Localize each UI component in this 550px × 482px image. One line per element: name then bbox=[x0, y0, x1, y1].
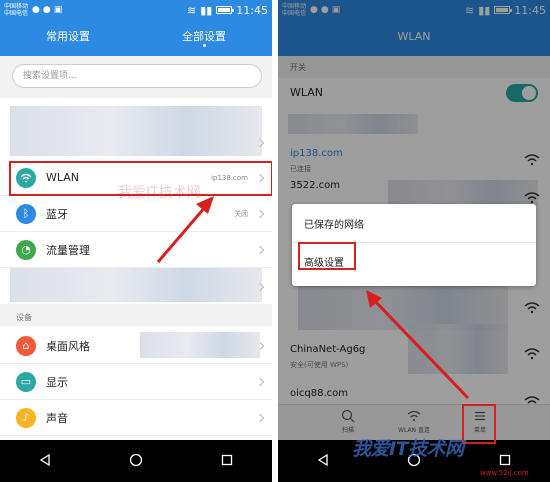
status-bar: 中国移动 中国电信 ● ● ▣ ≋ ▮▮ 11:45 bbox=[0, 0, 272, 20]
signal-icon: ▮▮ bbox=[200, 3, 213, 17]
section-title-device: 设备 bbox=[16, 313, 32, 322]
tab-all-settings[interactable]: 全部设置 bbox=[136, 28, 272, 47]
recent-apps-icon[interactable] bbox=[220, 452, 234, 471]
settings-row-label: 桌面风格 bbox=[46, 339, 90, 353]
tab-all-settings-label: 全部设置 bbox=[182, 30, 226, 43]
settings-row-label: 声音 bbox=[46, 411, 68, 425]
chat-icon: ● bbox=[32, 5, 40, 15]
highlight-box-advanced bbox=[298, 242, 356, 270]
settings-row-display[interactable]: ▭ 显示 bbox=[0, 364, 272, 400]
home-style-icon: ⌂ bbox=[16, 335, 36, 356]
watermark-url: www.52ij.com bbox=[480, 469, 529, 477]
chevron-right-icon bbox=[255, 209, 265, 218]
blurred-area bbox=[140, 332, 260, 358]
settings-row-sound[interactable]: ♪ 声音 bbox=[0, 400, 272, 436]
settings-row-bluetooth[interactable]: ᛒ 蓝牙 关闭 bbox=[0, 196, 272, 232]
section-divider bbox=[0, 304, 272, 326]
back-icon[interactable] bbox=[316, 452, 330, 471]
settings-row-label: 蓝牙 bbox=[46, 207, 68, 221]
bluetooth-icon: ᛒ bbox=[16, 203, 36, 224]
carrier-1: 中国移动 bbox=[4, 3, 29, 10]
blurred-area bbox=[10, 106, 262, 156]
wlan-screen: WLAN 中国移动 中国电信 ● ● ▣ ≋ ▮▮ 11:45 开关 WLAN … bbox=[278, 0, 550, 482]
settings-screen: 中国移动 中国电信 ● ● ▣ ≋ ▮▮ 11:45 常用设置 全部设置 搜索设… bbox=[0, 0, 272, 482]
chevron-right-icon bbox=[255, 413, 265, 422]
watermark-logo: 我爱IT技术网 bbox=[352, 438, 464, 460]
home-icon[interactable] bbox=[129, 452, 143, 471]
highlight-box-wlan bbox=[9, 161, 272, 196]
settings-row-value: 关闭 bbox=[234, 209, 248, 218]
settings-row-label: 显示 bbox=[46, 375, 68, 389]
wifi-status-icon: ≋ bbox=[186, 3, 197, 17]
chevron-right-icon bbox=[255, 245, 265, 254]
search-input[interactable]: 搜索设置项... bbox=[12, 64, 262, 88]
sound-icon: ♪ bbox=[16, 407, 36, 428]
navigation-bar bbox=[0, 440, 272, 482]
menu-item-saved-networks[interactable]: 已保存的网络 bbox=[304, 216, 364, 231]
status-time: 11:45 bbox=[236, 3, 268, 17]
carrier-2: 中国电信 bbox=[4, 10, 29, 17]
blurred-area bbox=[10, 268, 262, 302]
gallery-icon: ▣ bbox=[53, 5, 63, 15]
chevron-right-icon bbox=[255, 377, 265, 386]
settings-row-data-usage[interactable]: ◔ 流量管理 bbox=[0, 232, 272, 268]
display-icon: ▭ bbox=[16, 371, 36, 392]
back-icon[interactable] bbox=[38, 452, 52, 471]
recent-apps-icon[interactable] bbox=[498, 452, 512, 471]
tab-active-indicator bbox=[202, 44, 206, 47]
settings-row-label: 流量管理 bbox=[46, 243, 90, 257]
battery-icon bbox=[216, 6, 235, 14]
message-icon: ● bbox=[42, 5, 51, 15]
tab-common-settings[interactable]: 常用设置 bbox=[0, 28, 136, 44]
data-usage-icon: ◔ bbox=[16, 239, 36, 260]
settings-tabs: 常用设置 全部设置 bbox=[0, 28, 272, 47]
highlight-box-menu bbox=[462, 404, 496, 444]
